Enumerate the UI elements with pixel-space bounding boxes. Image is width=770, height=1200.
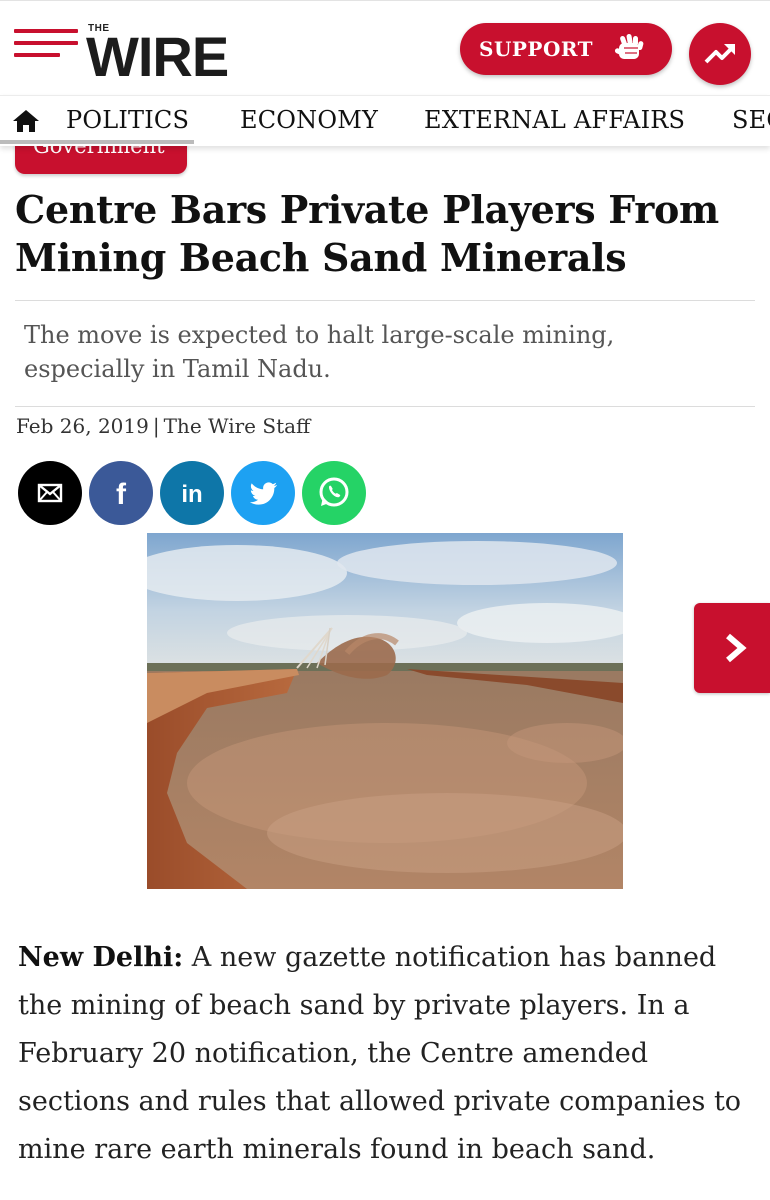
linkedin-icon: in	[181, 481, 202, 508]
share-linkedin-button[interactable]: in	[160, 461, 224, 525]
logo-wire-text: WIRE	[86, 25, 229, 88]
nav-active-indicator	[0, 140, 194, 144]
headline-line-1: Centre Bars Private Players From	[15, 187, 719, 232]
article-body-paragraph: New Delhi: A new gazette notification ha…	[18, 934, 758, 1174]
share-email-button[interactable]	[18, 461, 82, 525]
svg-text:in: in	[181, 481, 202, 508]
divider	[15, 300, 755, 301]
share-facebook-button[interactable]: f	[89, 461, 153, 525]
article-dek: The move is expected to halt large-scale…	[24, 318, 744, 386]
trending-button[interactable]	[689, 23, 751, 85]
twitter-icon	[249, 482, 277, 505]
nav-item-economy[interactable]: ECONOMY	[240, 106, 378, 134]
dateline: New Delhi:	[18, 942, 184, 973]
beach-sand-mining-photo	[147, 533, 623, 889]
body-text: A new gazette notification has banned th…	[18, 942, 742, 1165]
home-icon[interactable]	[12, 109, 40, 133]
nav-item-security[interactable]: SECURITY	[732, 106, 770, 134]
fist-hand-icon	[614, 33, 644, 59]
nav-item-politics[interactable]: POLITICS	[66, 106, 189, 134]
trending-up-icon	[704, 44, 735, 64]
email-icon	[37, 483, 63, 503]
share-twitter-button[interactable]	[231, 461, 295, 525]
main-nav: POLITICS ECONOMY EXTERNAL AFFAIRS SECURI…	[0, 95, 770, 146]
nav-item-external-affairs[interactable]: EXTERNAL AFFAIRS	[424, 106, 685, 134]
next-article-button[interactable]	[694, 603, 770, 693]
hamburger-menu-icon[interactable]	[14, 29, 78, 61]
author-link[interactable]: The Wire Staff	[164, 414, 311, 438]
chevron-right-icon	[726, 633, 747, 663]
share-whatsapp-button[interactable]	[302, 461, 366, 525]
headline-line-2: Mining Beach Sand Minerals	[15, 235, 627, 280]
article-hero-image[interactable]	[147, 533, 623, 889]
facebook-icon: f	[116, 478, 127, 511]
dek-line-2: especially in Tamil Nadu.	[24, 355, 331, 383]
article-byline: Feb 26, 2019 | The Wire Staff	[16, 414, 310, 438]
byline-separator: |	[152, 414, 160, 438]
support-button[interactable]: SUPPORT	[460, 23, 672, 75]
support-button-label: SUPPORT	[479, 37, 594, 61]
divider	[15, 406, 755, 407]
whatsapp-icon	[319, 477, 349, 507]
article-headline: Centre Bars Private Players From Mining …	[15, 186, 755, 282]
site-header: THE WIRE SUPPORT	[0, 0, 770, 96]
publish-date: Feb 26, 2019	[16, 414, 149, 438]
svg-text:f: f	[116, 478, 127, 511]
dek-line-1: The move is expected to halt large-scale…	[24, 321, 615, 349]
site-logo[interactable]: THE WIRE	[86, 21, 256, 85]
